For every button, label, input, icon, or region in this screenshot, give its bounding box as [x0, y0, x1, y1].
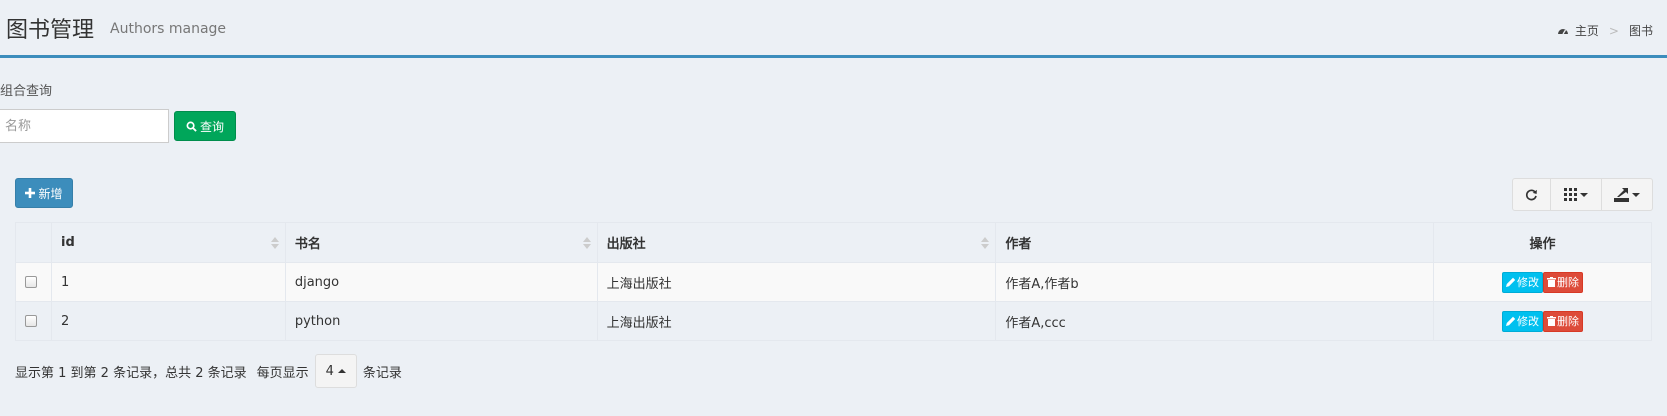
breadcrumb-home[interactable]: 主页	[1575, 22, 1599, 39]
pencil-icon	[1506, 316, 1516, 326]
cell-authors: 作者A,ccc	[995, 301, 1435, 341]
columns-button[interactable]	[1551, 179, 1602, 210]
column-header-label: 书名	[294, 237, 321, 252]
per-page-prefix: 每页显示	[256, 365, 309, 381]
table-row: 2 python 上海出版社 作者A,ccc 修改 删除	[15, 301, 1652, 341]
row-checkbox[interactable]	[25, 315, 37, 327]
page-size-dropdown[interactable]: 4	[314, 354, 357, 388]
pagination-summary: 显示第 1 到第 2 条记录，总共 2 条记录	[15, 365, 247, 381]
breadcrumb-separator: >	[1608, 23, 1619, 38]
delete-button[interactable]: 删除	[1543, 310, 1584, 332]
cell-authors: 作者A,作者b	[995, 262, 1435, 302]
page-header: 图书管理 Authors manage 主页 > 图书	[0, 0, 1667, 58]
column-header-name[interactable]: 书名	[284, 222, 598, 263]
column-header-label: id	[60, 235, 75, 250]
search-icon	[186, 121, 197, 132]
search-section-title: 组合查询	[0, 84, 53, 99]
refresh-button[interactable]	[1513, 179, 1551, 210]
edit-button[interactable]: 修改	[1502, 271, 1544, 293]
sort-icon	[270, 237, 279, 249]
cell-actions: 修改 删除	[1433, 301, 1652, 341]
refresh-icon	[1525, 189, 1537, 201]
pagination: 显示第 1 到第 2 条记录，总共 2 条记录 每页显示 4 条记录	[15, 354, 402, 388]
cell-id: 1	[50, 262, 286, 302]
table-header-row: id 书名 出版社 作者 操作	[15, 222, 1652, 263]
row-checkbox[interactable]	[25, 276, 37, 288]
column-header-id[interactable]: id	[50, 222, 286, 263]
column-header-actions: 操作	[1433, 222, 1652, 263]
edit-button-label: 修改	[1517, 276, 1540, 289]
table-row: 1 django 上海出版社 作者A,作者b 修改 删除	[15, 262, 1652, 302]
page-title: 图书管理	[6, 18, 95, 43]
query-button[interactable]: 查询	[174, 111, 236, 141]
column-header-label: 操作	[1529, 237, 1556, 252]
cell-actions: 修改 删除	[1433, 262, 1652, 302]
page-size-value: 4	[325, 363, 334, 379]
books-table: id 书名 出版社 作者 操作 1 django 上海出版社 作者A,作者b 修…	[15, 222, 1652, 341]
edit-button-label: 修改	[1517, 315, 1540, 328]
cell-name: django	[284, 262, 598, 302]
cell-publisher: 上海出版社	[596, 301, 997, 341]
export-icon	[1614, 187, 1629, 202]
select-all-column	[15, 222, 52, 263]
trash-icon	[1547, 277, 1557, 287]
cell-publisher: 上海出版社	[596, 262, 997, 302]
add-button[interactable]: 新增	[15, 178, 73, 208]
delete-button[interactable]: 删除	[1543, 271, 1584, 293]
column-header-authors: 作者	[995, 222, 1435, 263]
plus-icon	[25, 188, 36, 198]
cell-id: 2	[50, 301, 286, 341]
cell-name: python	[284, 301, 598, 341]
chevron-down-icon	[1580, 192, 1588, 197]
breadcrumb-current: 图书	[1628, 24, 1653, 38]
breadcrumb: 主页 > 图书	[1557, 22, 1653, 39]
dashboard-icon	[1557, 28, 1568, 34]
query-button-label: 查询	[199, 119, 224, 134]
per-page-suffix: 条记录	[362, 365, 402, 381]
column-header-label: 出版社	[606, 237, 646, 252]
chevron-up-icon	[337, 369, 346, 373]
grid-icon	[1564, 188, 1577, 201]
name-search-input[interactable]	[0, 109, 169, 143]
table-toolbar	[1512, 178, 1653, 211]
add-button-label: 新增	[38, 186, 63, 201]
column-header-label: 作者	[1005, 237, 1032, 252]
chevron-down-icon	[1632, 192, 1640, 197]
pencil-icon	[1506, 277, 1516, 287]
sort-icon	[582, 237, 591, 249]
column-header-publisher[interactable]: 出版社	[596, 222, 997, 263]
page-subtitle: Authors manage	[110, 21, 227, 37]
edit-button[interactable]: 修改	[1502, 310, 1544, 332]
delete-button-label: 删除	[1557, 276, 1580, 289]
trash-icon	[1547, 316, 1557, 326]
export-button[interactable]	[1602, 179, 1652, 210]
delete-button-label: 删除	[1557, 315, 1580, 328]
sort-icon	[981, 237, 990, 249]
